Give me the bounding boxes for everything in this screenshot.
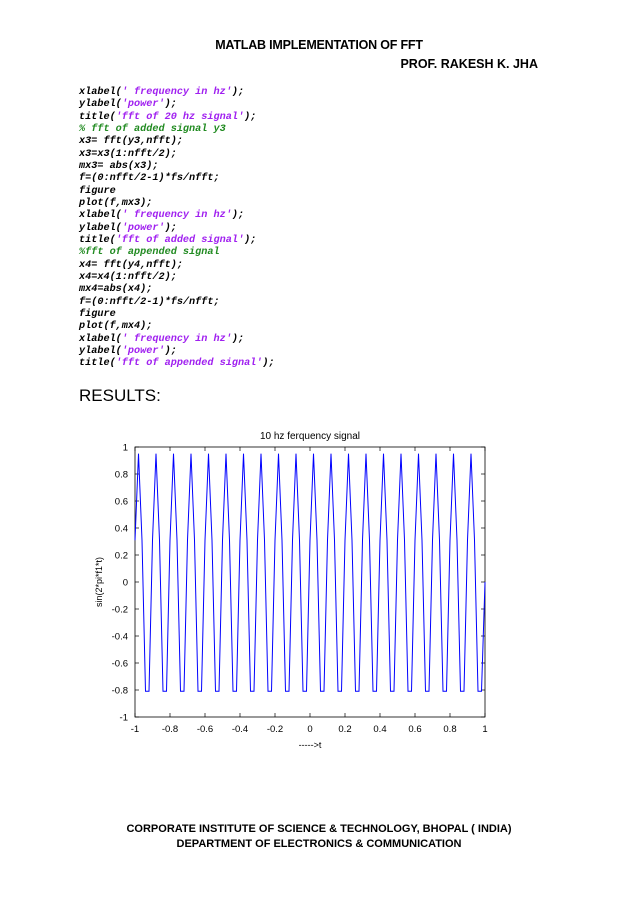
x-tick-label: -0.4: [232, 724, 248, 735]
y-tick-label: 0.6: [115, 497, 128, 508]
x-tick-label: -1: [131, 724, 139, 735]
code-string: 'fft of appended signal': [115, 358, 263, 370]
y-tick-label: -0.2: [112, 605, 128, 616]
y-tick-label: 0.8: [115, 470, 128, 481]
code-line: f=(0:nfft/2-1)*fs/nfft;: [79, 297, 275, 309]
code-text: );: [231, 87, 245, 98]
code-text: plot(f,mx4);: [79, 321, 153, 333]
code-line: ylabel('power');: [79, 223, 275, 235]
y-tick-label: 0.2: [115, 551, 128, 562]
code-text: figure: [79, 185, 116, 197]
plot-area: [134, 446, 486, 718]
x-axis-label: ----->t: [299, 740, 322, 750]
results-heading: RESULTS:: [79, 386, 161, 405]
code-text: x3=x3(1:nfft/2);: [79, 148, 177, 160]
code-text: x4=x4(1:nfft/2);: [79, 271, 177, 283]
code-text: xlabel(: [79, 87, 122, 98]
code-text: xlabel(: [79, 210, 122, 222]
code-string: 'power': [121, 99, 165, 111]
code-text: );: [231, 210, 245, 222]
code-text: );: [164, 345, 177, 357]
code-line: plot(f,mx4);: [79, 321, 275, 333]
code-listing: xlabel(' frequency in hz'); ylabel('power…: [79, 87, 275, 371]
code-line: plot(f,mx3);: [79, 198, 275, 210]
code-line: title('fft of appended signal');: [79, 358, 275, 370]
code-line: ylabel('power');: [79, 99, 275, 111]
code-text: ylabel(: [79, 99, 122, 111]
y-tick-label: -0.4: [112, 632, 128, 643]
y-tick-label: -0.8: [112, 686, 128, 697]
code-line: xlabel(' frequency in hz');: [79, 87, 275, 99]
code-text: );: [262, 358, 275, 370]
document-title: MATLAB IMPLEMENTATION OF FFT: [215, 38, 423, 52]
code-line: xlabel(' frequency in hz');: [79, 210, 275, 222]
code-text: ylabel(: [79, 345, 122, 357]
code-line: mx4=abs(x4);: [79, 284, 275, 296]
code-comment: % fft of added signal y3: [79, 123, 226, 135]
code-string: ' frequency in hz': [121, 333, 232, 345]
code-text: title(: [79, 234, 116, 246]
y-tick-label: 0.4: [115, 524, 128, 535]
y-tick-label: 1: [123, 443, 128, 454]
code-text: mx4=abs(x4);: [79, 284, 153, 296]
code-string: 'fft of 20 hz signal': [115, 111, 245, 123]
author-name: PROF. RAKESH K. JHA: [400, 57, 538, 71]
code-line: x4= fft(y4,nfft);: [79, 260, 275, 272]
code-text: x3= fft(y3,nfft);: [79, 136, 183, 148]
code-text: xlabel(: [79, 333, 122, 345]
x-tick-label: 0.6: [408, 724, 421, 735]
code-line: xlabel(' frequency in hz');: [79, 334, 275, 346]
x-tick-label: 0.4: [373, 724, 386, 735]
y-tick-label: -1: [120, 713, 128, 724]
code-string: 'fft of added signal': [115, 234, 245, 246]
x-tick-label: 1: [482, 724, 487, 735]
code-line: title('fft of 20 hz signal');: [79, 112, 275, 124]
code-text: title(: [79, 111, 116, 123]
code-text: ylabel(: [79, 222, 122, 234]
code-string: 'power': [121, 222, 165, 234]
code-string: ' frequency in hz': [121, 210, 232, 222]
code-line: x3= fft(y3,nfft);: [79, 136, 275, 148]
code-text: );: [164, 99, 177, 111]
code-text: plot(f,mx3);: [79, 197, 153, 209]
code-text: );: [231, 333, 245, 345]
code-line: f=(0:nfft/2-1)*fs/nfft;: [79, 173, 275, 185]
code-string: 'power': [121, 345, 165, 357]
code-text: x4= fft(y4,nfft);: [79, 259, 183, 271]
y-axis-label: sin(2*pi*f1*t): [94, 557, 104, 607]
x-tick-label: -0.8: [162, 724, 178, 735]
code-line: mx3= abs(x3);: [79, 161, 275, 173]
x-tick-label: 0.2: [338, 724, 351, 735]
footer-institute: CORPORATE INSTITUTE OF SCIENCE & TECHNOL…: [126, 823, 512, 835]
code-line: %fft of appended signal: [79, 247, 275, 259]
code-text: mx3= abs(x3);: [79, 160, 159, 172]
chart-title: 10 hz ferquency signal: [260, 431, 360, 442]
sine-wave-chart: 10 hz ferquency signal -1 -0.8 -0.6 -0.4 -0.…: [94, 431, 488, 750]
code-string: ' frequency in hz': [121, 87, 232, 98]
code-line: ylabel('power');: [79, 346, 275, 358]
x-tick-label: -0.6: [197, 724, 213, 735]
code-line: % fft of added signal y3: [79, 124, 275, 136]
y-tick-label: 0: [123, 578, 128, 589]
code-line: x3=x3(1:nfft/2);: [79, 149, 275, 161]
code-text: f=(0:nfft/2-1)*fs/nfft;: [79, 296, 220, 308]
code-text: title(: [79, 358, 116, 370]
code-line: title('fft of added signal');: [79, 235, 275, 247]
y-tick-label: -0.6: [112, 659, 128, 670]
code-line: x4=x4(1:nfft/2);: [79, 272, 275, 284]
x-tick-label: 0: [307, 724, 312, 735]
code-comment: %fft of appended signal: [79, 247, 220, 259]
code-text: );: [244, 111, 257, 123]
code-line: figure: [79, 309, 275, 321]
code-text: figure: [79, 308, 116, 320]
code-text: );: [164, 222, 177, 234]
code-text: f=(0:nfft/2-1)*fs/nfft;: [79, 173, 220, 185]
x-tick-label: 0.8: [443, 724, 456, 735]
code-text: );: [244, 234, 257, 246]
code-line: figure: [79, 186, 275, 198]
footer-department: DEPARTMENT OF ELECTRONICS & COMMUNICATIO…: [176, 838, 462, 850]
x-tick-label: -0.2: [267, 724, 283, 735]
